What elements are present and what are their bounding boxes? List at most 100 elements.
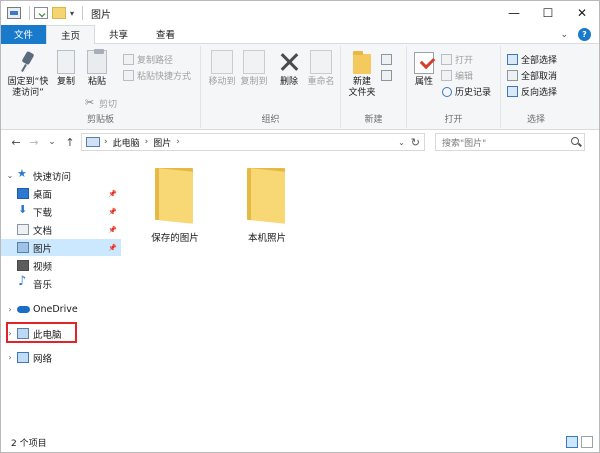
- copy-button[interactable]: 复制: [53, 50, 79, 88]
- ribbon-tabs: 文件 主页 共享 查看 ⌄ ?: [1, 24, 599, 45]
- history-button[interactable]: 历史记录: [441, 84, 491, 98]
- cut-label: 剪切: [99, 99, 118, 110]
- edit-button[interactable]: 编辑: [441, 68, 473, 82]
- copy-to-label: 复制到: [240, 77, 268, 87]
- copy-path-label: 复制路径: [137, 55, 174, 66]
- minimize-button[interactable]: —: [497, 1, 531, 25]
- download-icon: [17, 203, 29, 217]
- address-box[interactable]: › 此电脑 › 图片 › ⌄ ↻: [81, 133, 425, 151]
- view-switcher: [563, 436, 593, 448]
- properties-label: 属性: [414, 77, 433, 87]
- help-icon[interactable]: ?: [578, 28, 591, 41]
- delete-x-icon: [277, 50, 301, 74]
- expander-icon[interactable]: ›: [5, 353, 15, 362]
- address-dropdown-icon[interactable]: ⌄: [398, 138, 405, 147]
- nav-item-onedrive[interactable]: › OneDrive: [1, 301, 121, 318]
- nav-item-label: 网络: [33, 353, 53, 365]
- nav-item-pictures[interactable]: 图片 📌: [1, 239, 121, 256]
- qat-dropdown-icon[interactable]: ▾: [70, 9, 74, 18]
- move-to-button[interactable]: 移动到: [207, 50, 237, 88]
- folder-item-saved-pictures[interactable]: 保存的图片: [135, 166, 215, 244]
- paste-shortcut-button[interactable]: 粘贴快捷方式: [123, 68, 191, 82]
- delete-button[interactable]: 删除: [275, 50, 303, 88]
- pin-icon: 📌: [108, 189, 117, 198]
- rename-button[interactable]: 重命名: [305, 50, 337, 88]
- easy-access-button[interactable]: [381, 68, 395, 82]
- move-to-icon: [211, 50, 233, 74]
- expander-icon[interactable]: ⌄: [5, 171, 15, 180]
- window-title: 图片: [91, 9, 112, 21]
- breadcrumb-separator: ›: [104, 137, 108, 147]
- properties-icon[interactable]: [34, 7, 48, 19]
- pin-icon: [16, 50, 40, 74]
- this-pc-icon: [86, 137, 100, 147]
- pin-icon: 📌: [108, 225, 117, 234]
- rename-icon: [310, 50, 332, 74]
- breadcrumb-this-pc[interactable]: 此电脑: [113, 136, 140, 149]
- forward-button[interactable]: →: [27, 135, 41, 149]
- copy-to-button[interactable]: 复制到: [239, 50, 269, 88]
- back-button[interactable]: ←: [9, 135, 23, 149]
- nav-item-label: 文档: [33, 225, 53, 237]
- select-group: 全部选择 全部取消 反向选择 选择: [501, 46, 571, 128]
- details-view-icon[interactable]: [566, 436, 578, 448]
- open-group: 属性 打开 编辑 历史记录 打开: [407, 46, 501, 128]
- nav-item-label: 快速访问: [33, 171, 72, 183]
- window-controls: — ☐ ✕: [497, 1, 599, 25]
- invert-selection-button[interactable]: 反向选择: [507, 84, 557, 98]
- paste-button[interactable]: 粘贴: [83, 49, 111, 88]
- select-none-button[interactable]: 全部取消: [507, 68, 557, 82]
- explorer-window: ▾ 图片 — ☐ ✕ 文件 主页 共享 查看 ⌄ ? 固定到“快 速访问” 复制…: [0, 0, 600, 453]
- nav-item-network[interactable]: › 网络: [1, 349, 121, 366]
- network-icon: [17, 352, 29, 363]
- tab-share[interactable]: 共享: [95, 25, 142, 44]
- new-folder-icon[interactable]: [52, 7, 66, 19]
- tab-file[interactable]: 文件: [1, 24, 47, 44]
- new-folder-button[interactable]: 新建 文件夹: [345, 51, 379, 99]
- large-icons-view-icon[interactable]: [581, 436, 593, 448]
- status-bar: 2 个项目: [1, 432, 599, 452]
- close-button[interactable]: ✕: [565, 1, 599, 25]
- nav-item-documents[interactable]: 文档 📌: [1, 221, 121, 238]
- new-group-label: 新建: [364, 115, 383, 125]
- clipboard-group-label: 剪贴板: [86, 115, 114, 125]
- cut-button[interactable]: 剪切: [85, 96, 117, 110]
- folder-item-label: 本机照片: [247, 233, 286, 244]
- nav-item-desktop[interactable]: 桌面 📌: [1, 185, 121, 202]
- nav-item-music[interactable]: 音乐: [1, 274, 121, 292]
- folder-item-camera-roll[interactable]: 本机照片: [227, 166, 307, 244]
- video-icon: [17, 260, 29, 271]
- nav-item-quick-access[interactable]: ⌄ 快速访问: [1, 167, 121, 184]
- paste-shortcut-label: 粘贴快捷方式: [137, 71, 192, 82]
- qat-separator: [82, 6, 84, 20]
- nav-item-label: 桌面: [33, 189, 53, 201]
- invert-selection-label: 反向选择: [521, 87, 558, 98]
- properties-button[interactable]: 属性: [411, 52, 437, 88]
- refresh-icon[interactable]: ↻: [411, 136, 420, 149]
- highlight-annotation-box: [6, 322, 77, 343]
- properties-check-icon: [414, 52, 434, 74]
- pin-quick-access-label: 固定到“快 速访问”: [7, 77, 49, 98]
- expand-ribbon-icon[interactable]: ⌄: [560, 30, 568, 40]
- open-button[interactable]: 打开: [441, 52, 473, 66]
- tab-home[interactable]: 主页: [46, 24, 96, 45]
- breadcrumb-pictures[interactable]: 图片: [153, 136, 171, 149]
- up-button[interactable]: ↑: [63, 135, 77, 149]
- tab-view[interactable]: 查看: [142, 25, 189, 44]
- search-icon[interactable]: [568, 134, 584, 150]
- file-list-area[interactable]: 保存的图片 本机照片: [127, 154, 599, 430]
- file-explorer-icon[interactable]: [7, 7, 21, 19]
- nav-item-downloads[interactable]: 下载 📌: [1, 203, 121, 220]
- nav-item-videos[interactable]: 视频: [1, 257, 121, 274]
- new-item-button[interactable]: [381, 52, 395, 66]
- pin-quick-access-button[interactable]: 固定到“快 速访问”: [5, 50, 51, 99]
- copy-path-button[interactable]: 复制路径: [123, 52, 173, 66]
- copy-path-icon: [123, 53, 134, 65]
- maximize-button[interactable]: ☐: [531, 1, 565, 25]
- nav-item-label: 视频: [33, 261, 53, 273]
- search-input[interactable]: 搜索"图片": [435, 133, 585, 151]
- expander-icon[interactable]: ›: [5, 305, 15, 314]
- recent-locations-button[interactable]: ⌄: [45, 135, 59, 149]
- open-icon: [441, 53, 452, 65]
- select-all-button[interactable]: 全部选择: [507, 52, 557, 66]
